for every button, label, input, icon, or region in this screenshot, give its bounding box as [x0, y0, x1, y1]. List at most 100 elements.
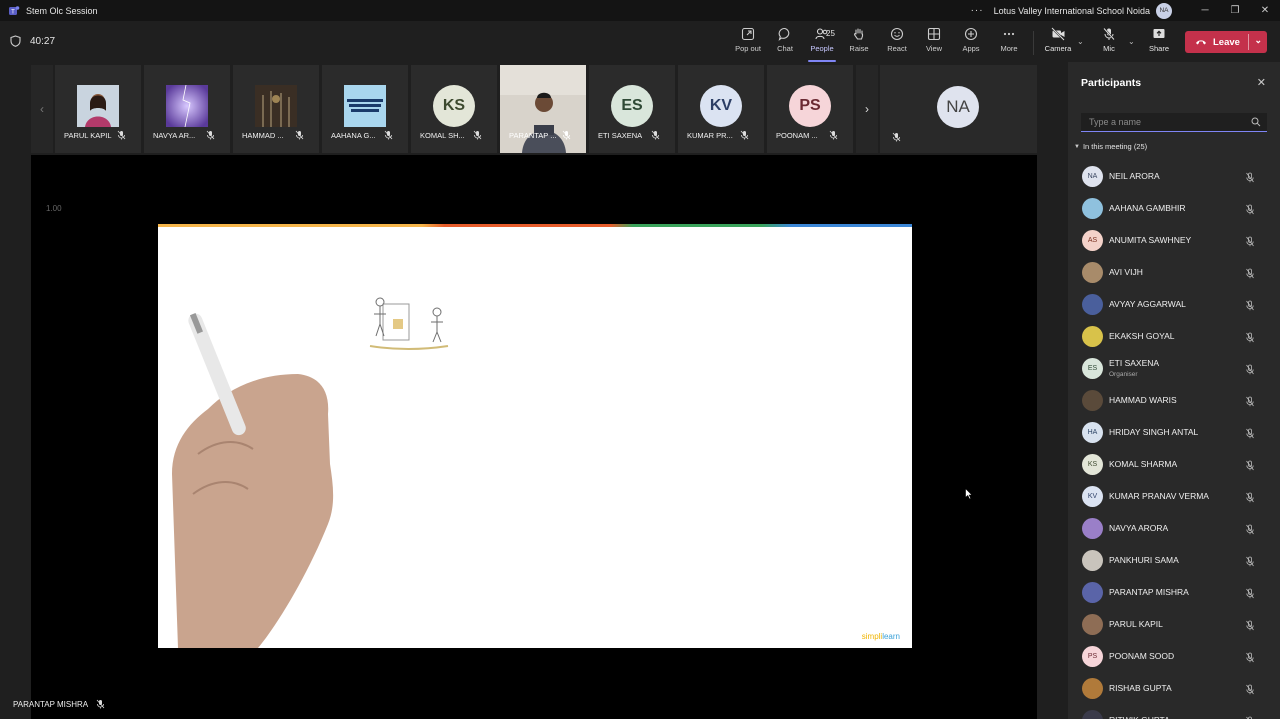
react-button[interactable]: React	[879, 27, 915, 59]
participant-avatar-photo	[1082, 262, 1103, 283]
shared-content-area[interactable]: 1.00 simplilearn	[31, 155, 1037, 719]
window-title: Stem Olc Session	[26, 5, 98, 16]
mic-muted-icon	[562, 130, 571, 140]
close-window-button[interactable]: ✕	[1250, 0, 1280, 21]
participant-mic-status	[1245, 554, 1255, 572]
sketch-illustration	[369, 297, 449, 350]
close-panel-button[interactable]: ✕	[1257, 76, 1266, 89]
participant-tile[interactable]: PARUL KAPIL	[55, 65, 141, 153]
tile-avatar-photo	[255, 85, 297, 127]
participant-tile[interactable]: HAMMAD ...	[233, 65, 319, 153]
tile-name: PARUL KAPIL	[64, 131, 112, 140]
participant-row[interactable]: PARUL KAPIL	[1068, 608, 1280, 640]
pop-out-button[interactable]: Pop out	[730, 27, 766, 59]
user-avatar[interactable]: NA	[1156, 2, 1172, 19]
participant-row[interactable]: AVI VIJH	[1068, 256, 1280, 288]
participant-avatar-photo	[1082, 326, 1103, 347]
participant-mic-status	[1245, 650, 1255, 668]
participant-avatar-initials: NA	[1082, 166, 1103, 187]
participant-name: AAHANA GAMBHIR	[1109, 203, 1186, 213]
participant-row[interactable]: ES ETI SAXENA Organiser	[1068, 352, 1280, 384]
self-tile[interactable]: NA	[880, 65, 1037, 153]
leave-button[interactable]: Leave ⌄	[1185, 31, 1267, 53]
participant-avatar-photo	[1082, 390, 1103, 411]
participant-row[interactable]: NAVYA ARORA	[1068, 512, 1280, 544]
shared-slide: simplilearn	[158, 224, 912, 648]
participant-name: AVI VIJH	[1109, 267, 1143, 277]
participant-search[interactable]	[1081, 113, 1267, 132]
share-button[interactable]: Share	[1141, 27, 1177, 59]
hand-icon	[854, 28, 864, 40]
leave-options-chevron[interactable]: ⌄	[1254, 35, 1262, 46]
collapse-triangle-icon: ▼	[1074, 143, 1080, 150]
raise-hand-button[interactable]: Raise	[841, 27, 877, 59]
camera-button[interactable]: Camera	[1040, 27, 1076, 59]
participant-mic-status	[1245, 298, 1255, 316]
mic-muted-icon	[117, 130, 126, 140]
participant-row[interactable]: EKAKSH GOYAL	[1068, 320, 1280, 352]
slide-watermark: simplilearn	[862, 632, 900, 641]
participant-avatar-initials: KV	[1082, 486, 1103, 507]
participant-row[interactable]: KV KUMAR PRANAV VERMA	[1068, 480, 1280, 512]
quote-photo-icon	[344, 85, 386, 127]
mic-button[interactable]: Mic	[1091, 27, 1127, 59]
participant-tile[interactable]: ES ETI SAXENA	[589, 65, 675, 153]
participant-name: EKAKSH GOYAL	[1109, 331, 1175, 341]
participant-row[interactable]: KS KOMAL SHARMA	[1068, 448, 1280, 480]
participant-tile-video[interactable]: PARANTAP ...	[500, 65, 586, 153]
restore-button[interactable]: ❐	[1220, 0, 1250, 21]
participant-tile[interactable]: AAHANA G...	[322, 65, 408, 153]
participant-tile[interactable]: NAVYA AR...	[144, 65, 230, 153]
view-button[interactable]: View	[916, 27, 952, 59]
participant-row[interactable]: HA HRIDAY SINGH ANTAL	[1068, 416, 1280, 448]
minimize-button[interactable]: ─	[1190, 0, 1220, 21]
participant-row[interactable]: PARANTAP MISHRA	[1068, 576, 1280, 608]
participant-row[interactable]: PANKHURI SAMA	[1068, 544, 1280, 576]
participant-row[interactable]: NA NEIL ARORA	[1068, 160, 1280, 192]
shield-icon	[10, 35, 21, 47]
tile-avatar-photo	[77, 85, 119, 127]
participant-avatar-initials: ES	[1082, 358, 1103, 379]
participant-name: AVYAY AGGARWAL	[1109, 299, 1186, 309]
tiles-prev-button[interactable]: ‹	[31, 65, 53, 153]
more-button[interactable]: More	[991, 27, 1027, 59]
camera-options-chevron[interactable]: ⌄	[1077, 37, 1084, 46]
more-options-icon[interactable]: ···	[971, 5, 984, 16]
mic-label: Mic	[1103, 44, 1115, 53]
participant-avatar-photo	[1082, 710, 1103, 719]
tiles-next-button[interactable]: ›	[856, 65, 878, 153]
participant-name: PARUL KAPIL	[1109, 619, 1163, 629]
mic-options-chevron[interactable]: ⌄	[1128, 37, 1135, 46]
participant-avatar-photo	[1082, 198, 1103, 219]
mic-muted-icon	[829, 130, 838, 140]
tile-avatar-photo	[166, 85, 208, 127]
share-icon	[1153, 29, 1165, 38]
participant-avatar-photo	[1082, 582, 1103, 603]
mic-muted-icon	[1246, 588, 1254, 599]
chat-button[interactable]: Chat	[767, 27, 803, 59]
zoom-level: 1.00	[46, 204, 62, 213]
mic-muted-icon	[1246, 236, 1254, 247]
mic-muted-icon	[1246, 524, 1254, 535]
participant-tile[interactable]: PS POONAM ...	[767, 65, 853, 153]
search-input[interactable]	[1089, 117, 1239, 127]
participant-mic-status	[1245, 618, 1255, 636]
participant-name: ETI SAXENA	[1109, 358, 1160, 368]
tile-avatar-initials: KS	[433, 85, 475, 127]
in-meeting-section-header[interactable]: ▼ In this meeting (25)	[1074, 142, 1147, 151]
apps-button[interactable]: Apps	[953, 27, 989, 59]
mic-muted-icon	[1246, 556, 1254, 567]
participant-name: HRIDAY SINGH ANTAL	[1109, 427, 1199, 437]
participant-row[interactable]: AAHANA GAMBHIR	[1068, 192, 1280, 224]
apps-label: Apps	[962, 44, 980, 53]
participant-mic-status	[1245, 170, 1255, 188]
participant-row[interactable]: AVYAY AGGARWAL	[1068, 288, 1280, 320]
participant-tile[interactable]: KS KOMAL SH...	[411, 65, 497, 153]
participant-row[interactable]: RISHAB GUPTA	[1068, 672, 1280, 704]
participant-tile[interactable]: KV KUMAR PR...	[678, 65, 764, 153]
participant-row[interactable]: HAMMAD WARIS	[1068, 384, 1280, 416]
participant-row[interactable]: PS POONAM SOOD	[1068, 640, 1280, 672]
participant-row[interactable]: AS ANUMITA SAWHNEY	[1068, 224, 1280, 256]
people-button[interactable]: 25 People	[804, 27, 840, 62]
participant-row[interactable]: RITWIK GUPTA	[1068, 704, 1280, 719]
